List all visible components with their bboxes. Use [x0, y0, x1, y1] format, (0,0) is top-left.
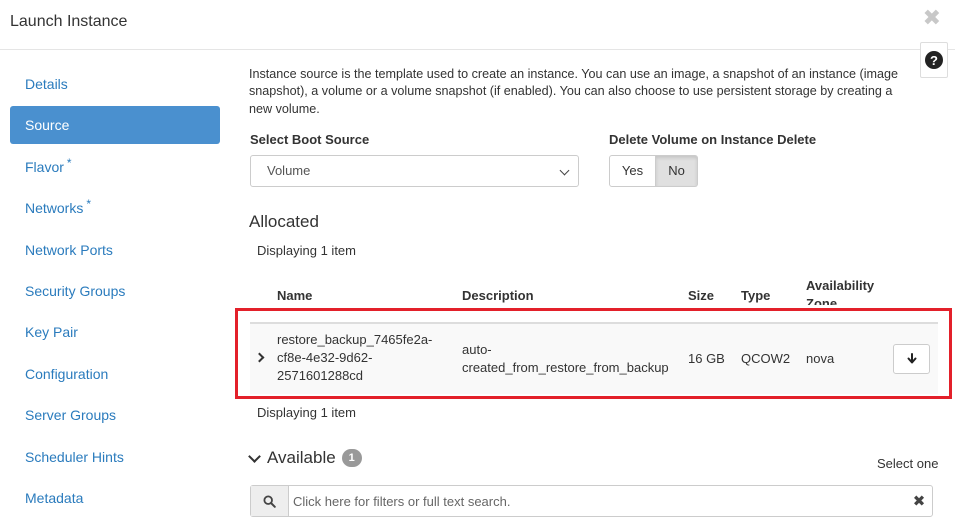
available-title: Available [267, 448, 336, 467]
search-bar: ✖ [250, 485, 933, 517]
sidebar-item-label: Scheduler Hints [25, 448, 124, 465]
close-icon[interactable]: ✖ [923, 7, 941, 29]
sidebar-item-scheduler-hints[interactable]: Scheduler Hints [10, 438, 220, 476]
search-addon [251, 486, 289, 516]
sidebar-item-network-ports[interactable]: Network Ports [10, 231, 220, 269]
delete-volume-label: Delete Volume on Instance Delete [609, 132, 817, 147]
arrow-down-icon [907, 353, 916, 364]
sidebar-item-key-pair[interactable]: Key Pair [10, 313, 220, 351]
column-header-zone-line: Availability [806, 278, 875, 293]
clear-icon[interactable]: ✖ [906, 486, 932, 516]
sidebar-item-label: Flavor [25, 158, 64, 175]
sidebar-item-security-groups[interactable]: Security Groups [10, 272, 220, 310]
column-header-description[interactable]: Description [462, 288, 534, 303]
row-name-line: restore_backup_7465fe2a- [277, 332, 433, 347]
column-header-zone[interactable]: Availability Zone [806, 277, 874, 305]
column-header-size[interactable]: Size [688, 288, 714, 303]
allocated-count-bottom: Displaying 1 item [257, 405, 356, 420]
sidebar-item-flavor[interactable]: Flavor * [10, 148, 220, 186]
select-one-hint: Select one [877, 456, 939, 471]
row-zone: nova [806, 351, 835, 366]
row-name-line: cf8e-4e32-9d62- [277, 350, 373, 365]
required-marker: * [66, 155, 72, 170]
row-description: auto- created_from_restore_from_backup [462, 341, 669, 377]
intro-line: Instance source is the template used to … [249, 67, 898, 81]
row-name: restore_backup_7465fe2a- cf8e-4e32-9d62-… [277, 331, 432, 385]
boot-source-value: Volume [267, 163, 311, 178]
sidebar-item-label: Details [25, 76, 68, 92]
sidebar-item-label: Networks [25, 200, 84, 217]
row-description-line: auto- [462, 342, 492, 357]
intro-line: snapshot), a volume or a volume snapshot… [249, 84, 893, 99]
sidebar-item-label: Key Pair [25, 324, 78, 341]
sidebar-item-metadata[interactable]: Metadata [10, 479, 220, 517]
intro-line: new volume. [249, 101, 320, 116]
required-marker: * [86, 197, 92, 212]
search-input[interactable] [289, 486, 906, 516]
sidebar-item-server-groups[interactable]: Server Groups [10, 396, 220, 434]
chevron-down-icon [559, 165, 570, 176]
sidebar-item-label: Source [25, 117, 70, 134]
delete-volume-yes-button[interactable]: Yes [609, 155, 656, 187]
sidebar-item-label: Metadata [25, 489, 84, 506]
row-name-line: 2571601288cd [277, 368, 364, 383]
available-count-badge: 1 [341, 449, 362, 467]
sidebar-item-details[interactable]: Details [10, 65, 220, 103]
sidebar-item-label: Security Groups [25, 282, 126, 299]
wizard-sidebar: Details Source Flavor * Networks * Network… [10, 65, 220, 520]
sidebar-item-label: Configuration [25, 365, 109, 382]
chevron-down-icon [248, 449, 261, 463]
delete-volume-toggle: Yes No [609, 155, 698, 187]
modal-title: Launch Instance [10, 13, 128, 30]
allocated-count-top: Displaying 1 item [257, 243, 356, 258]
row-description-line: created_from_restore_from_backup [462, 360, 669, 375]
source-intro: Instance source is the template used to … [249, 66, 939, 118]
sidebar-item-configuration[interactable]: Configuration [10, 355, 220, 393]
delete-volume-no-button[interactable]: No [656, 155, 698, 187]
sidebar-item-label: Server Groups [25, 407, 117, 424]
sidebar-item-networks[interactable]: Networks * [10, 189, 220, 227]
available-toggle[interactable]: Available 1 [248, 448, 362, 468]
modal-header: Launch Instance ✖ [0, 0, 955, 50]
sidebar-item-source[interactable]: Source [10, 106, 220, 145]
boot-source-label: Select Boot Source [250, 132, 370, 147]
boot-source-select[interactable]: Volume [250, 155, 579, 187]
column-header-zone-line: Zone [806, 296, 838, 305]
row-size: 16 GB [688, 351, 725, 366]
column-header-type[interactable]: Type [741, 288, 770, 303]
column-header-name[interactable]: Name [277, 288, 312, 303]
sidebar-item-label: Network Ports [25, 241, 113, 258]
deallocate-button[interactable] [893, 344, 930, 374]
row-type: QCOW2 [741, 351, 791, 366]
allocated-title: Allocated [249, 212, 319, 231]
search-icon [263, 494, 276, 508]
